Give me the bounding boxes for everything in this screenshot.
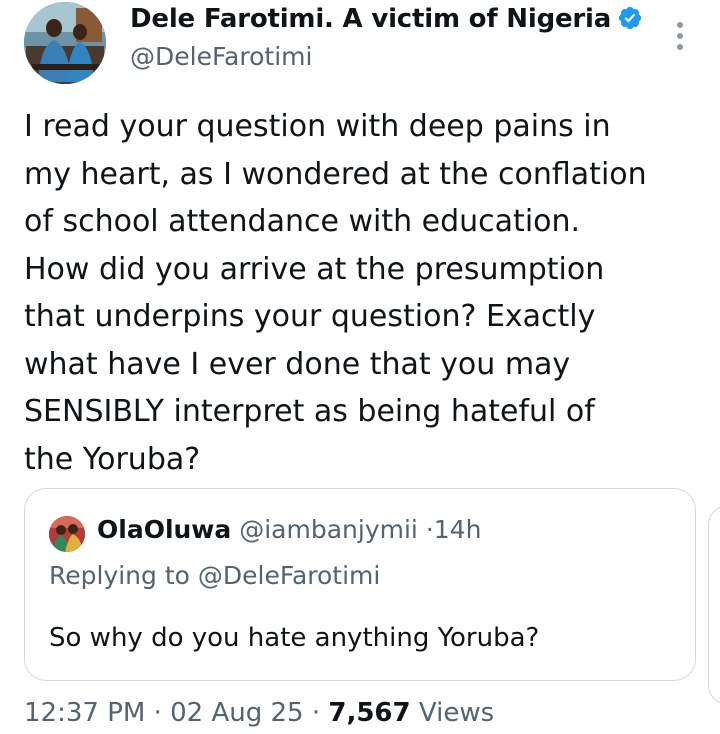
author-handle[interactable]: @DeleFarotimi: [130, 42, 312, 71]
quoted-author-avatar[interactable]: [49, 516, 85, 552]
tweet-text: I read your question with deep pains in …: [24, 103, 714, 483]
meta-separator: ·: [311, 698, 321, 728]
more-dot: [677, 44, 683, 50]
quoted-tweet-card[interactable]: OlaOluwa @iambanjymii ·14h Replying to @…: [24, 488, 696, 681]
author-display-name[interactable]: Dele Farotimi. A victim of Nigeria: [130, 4, 643, 34]
tweet-date[interactable]: 02 Aug 25: [170, 698, 303, 728]
verified-badge-icon: [619, 6, 642, 30]
tweet-line: How did you arrive at the presumption: [24, 251, 605, 287]
quoted-replying-to: Replying to @DeleFarotimi: [49, 561, 380, 590]
adjacent-card-edge: [708, 505, 720, 705]
tweet-line: of school attendance with education.: [24, 204, 581, 239]
quoted-header: OlaOluwa @iambanjymii ·14h: [97, 515, 481, 544]
views-label: Views: [418, 698, 495, 728]
tweet-line: what have I ever done that you may: [24, 346, 571, 382]
more-dot: [677, 22, 683, 28]
tweet-time[interactable]: 12:37 PM: [24, 698, 145, 728]
author-avatar-image: [24, 2, 106, 84]
tweet-line: my heart, as I wondered at the conflatio…: [24, 156, 647, 192]
author-name-text: Dele Farotimi. A victim of Nigeria: [130, 4, 612, 34]
quoted-author-name[interactable]: OlaOluwa: [97, 515, 231, 544]
tweet-meta: 12:37 PM · 02 Aug 25 · 7,567 Views: [24, 698, 494, 728]
more-dot: [677, 33, 683, 39]
quoted-tweet-text: So why do you hate anything Yoruba?: [49, 623, 540, 653]
replying-prefix: Replying to: [49, 561, 190, 590]
more-options-icon[interactable]: [668, 18, 692, 54]
tweet-line: SENSIBLY interpret as being hateful of: [24, 394, 595, 429]
author-avatar[interactable]: [24, 2, 106, 84]
tweet-line: I read your question with deep pains in: [24, 109, 611, 144]
replying-mention[interactable]: @DeleFarotimi: [198, 561, 380, 590]
quoted-timestamp[interactable]: 14h: [434, 515, 482, 544]
views-count: 7,567: [328, 698, 411, 728]
tweet-line: the Yoruba?: [24, 441, 201, 477]
quoted-author-handle[interactable]: @iambanjymii: [239, 515, 418, 544]
meta-separator: ·: [153, 698, 162, 728]
quoted-separator: ·: [425, 515, 434, 544]
tweet-line: that underpins your question? Exactly: [24, 299, 596, 334]
quoted-avatar-image: [49, 516, 85, 552]
